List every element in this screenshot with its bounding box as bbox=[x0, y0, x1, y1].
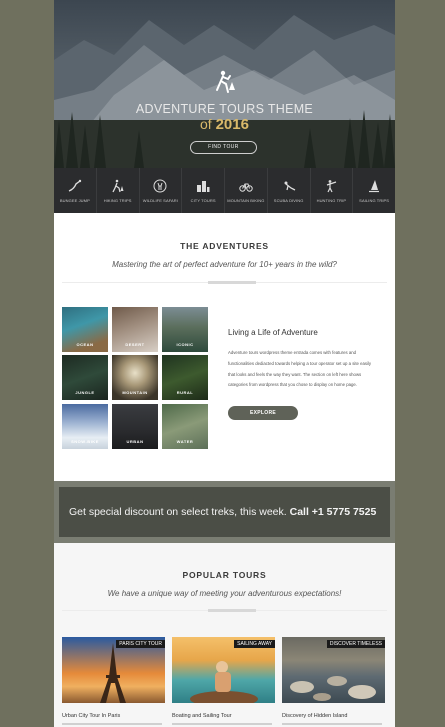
tour-meta-placeholder bbox=[62, 723, 162, 725]
popular-tours-subtitle: We have a unique way of meeting your adv… bbox=[107, 589, 342, 598]
category-tile-rural[interactable]: RURAL bbox=[162, 355, 208, 400]
life-of-adventure-title: Living a Life of Adventure bbox=[228, 328, 318, 337]
activity-item-scuba-diving[interactable]: SCUBA DIVING bbox=[268, 168, 311, 213]
tour-meta-placeholder bbox=[282, 723, 382, 725]
activity-label: HUNTING TRIP bbox=[316, 198, 347, 203]
tour-meta-placeholder bbox=[172, 723, 272, 725]
activity-label: CITY TOURS bbox=[190, 198, 216, 203]
category-label: JUNGLE bbox=[75, 390, 95, 395]
life-of-adventure-text: Adventure tours wordpress theme entrada … bbox=[228, 350, 372, 388]
deer-icon bbox=[153, 179, 167, 193]
find-tour-button[interactable]: FIND TOUR bbox=[190, 141, 257, 154]
category-tile-urban[interactable]: URBAN bbox=[112, 404, 158, 449]
category-label: OCEAN bbox=[76, 342, 94, 347]
city-icon bbox=[197, 181, 210, 192]
category-tile-ocean[interactable]: OCEAN bbox=[62, 307, 108, 352]
tour-tag: PARIS CITY TOUR bbox=[116, 640, 165, 648]
diver-icon bbox=[284, 181, 295, 191]
sail-icon bbox=[369, 180, 380, 193]
activity-item-wildlife-safari[interactable]: WILDLIFE SAFARI bbox=[140, 168, 183, 213]
category-tile-water[interactable]: WATER bbox=[162, 404, 208, 449]
category-tile-mountain[interactable]: MOUNTAIN bbox=[112, 355, 158, 400]
tour-name[interactable]: Boating and Sailing Tour bbox=[172, 713, 232, 719]
adventures-divider bbox=[62, 281, 387, 284]
discount-banner: Get special discount on select treks, th… bbox=[59, 487, 390, 537]
tour-image-sailing[interactable]: SAILING AWAY bbox=[172, 637, 275, 703]
activity-item-hiking-trips[interactable]: HIKING TRIPS bbox=[97, 168, 140, 213]
category-tile-snow-bike[interactable]: SNOW-BIKE bbox=[62, 404, 108, 449]
adventure-category-grid: OCEAN DESERT ICONIC JUNGLE MOUNTAIN RURA… bbox=[62, 307, 208, 449]
tour-tag: SAILING AWAY bbox=[234, 640, 275, 648]
popular-divider bbox=[62, 609, 387, 612]
hero-year-line: of 2016 bbox=[54, 116, 395, 133]
hiker-icon bbox=[112, 179, 124, 193]
tour-name[interactable]: Urban City Tour In Paris bbox=[62, 713, 120, 719]
category-label: RURAL bbox=[176, 390, 194, 395]
adventures-title: THE ADVENTURES bbox=[180, 241, 269, 251]
activity-item-mountain-biking[interactable]: MOUNTAIN BIKING bbox=[225, 168, 268, 213]
hero-banner: ADVENTURE TOURS THEME of 2016 FIND TOUR bbox=[54, 0, 395, 168]
tour-image-paris[interactable]: PARIS CITY TOUR bbox=[62, 637, 165, 703]
category-tile-iconic[interactable]: ICONIC bbox=[162, 307, 208, 352]
category-label: DESERT bbox=[125, 342, 145, 347]
adventures-subtitle: Mastering the art of perfect adventure f… bbox=[112, 260, 337, 269]
page: ADVENTURE TOURS THEME of 2016 FIND TOUR … bbox=[54, 0, 395, 727]
hero-year-prefix: of bbox=[200, 116, 212, 132]
hero-title: ADVENTURE TOURS THEME bbox=[135, 102, 314, 116]
activity-label: BUNGEE JUMP bbox=[59, 198, 90, 203]
explore-button[interactable]: EXPLORE bbox=[228, 406, 298, 420]
tour-card-sailing[interactable]: SAILING AWAY Boating and Sailing Tour bbox=[172, 637, 275, 727]
tour-image-island[interactable]: DISCOVER TIMELESS bbox=[282, 637, 385, 703]
activity-item-bungee-jump[interactable]: BUNGEE JUMP bbox=[54, 168, 97, 213]
activity-item-sailing-trips[interactable]: SAILING TRIPS bbox=[353, 168, 395, 213]
activity-bar: BUNGEE JUMP HIKING TRIPS WILDLIFE SAFARI… bbox=[54, 168, 395, 213]
discount-text: Get special discount on select treks, th… bbox=[69, 506, 287, 518]
hiker-logo-icon bbox=[216, 70, 235, 93]
activity-label: SAILING TRIPS bbox=[359, 198, 390, 203]
category-label: ICONIC bbox=[176, 342, 194, 347]
discount-phone[interactable]: Call +1 5775 7525 bbox=[290, 506, 377, 518]
category-label: WATER bbox=[176, 439, 194, 444]
hunter-icon bbox=[327, 180, 337, 193]
activity-label: SCUBA DIVING bbox=[273, 198, 304, 203]
category-label: SNOW-BIKE bbox=[71, 439, 99, 444]
category-tile-desert[interactable]: DESERT bbox=[112, 307, 158, 352]
activity-label: MOUNTAIN BIKING bbox=[227, 198, 265, 203]
tour-tag: DISCOVER TIMELESS bbox=[326, 640, 385, 648]
activity-label: WILDLIFE SAFARI bbox=[142, 198, 179, 203]
popular-tours-title: POPULAR TOURS bbox=[182, 570, 267, 580]
tour-card-island[interactable]: DISCOVER TIMELESS Discovery of Hidden Is… bbox=[282, 637, 385, 727]
activity-label: HIKING TRIPS bbox=[103, 198, 132, 203]
hero-year: 2016 bbox=[215, 116, 249, 133]
activity-item-hunting-trip[interactable]: HUNTING TRIP bbox=[311, 168, 354, 213]
bike-icon bbox=[239, 183, 253, 192]
category-tile-jungle[interactable]: JUNGLE bbox=[62, 355, 108, 400]
bungee-icon bbox=[68, 179, 82, 192]
activity-item-city-tours[interactable]: CITY TOURS bbox=[182, 168, 225, 213]
tour-card-paris[interactable]: PARIS CITY TOUR Urban City Tour In Paris bbox=[62, 637, 165, 727]
tour-name[interactable]: Discovery of Hidden Island bbox=[282, 713, 347, 719]
category-label: MOUNTAIN bbox=[122, 390, 148, 395]
category-label: URBAN bbox=[126, 439, 144, 444]
